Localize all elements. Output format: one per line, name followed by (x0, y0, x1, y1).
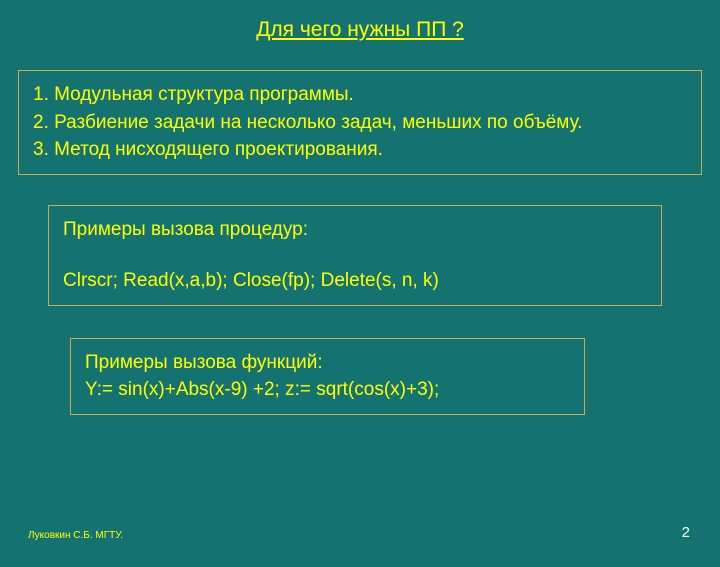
functions-heading: Примеры вызова функций: (85, 349, 570, 377)
purpose-list-box: 1. Модульная структура программы. 2. Раз… (18, 70, 702, 175)
procedures-box: Примеры вызова процедур: Clrscr; Read(x,… (48, 205, 662, 306)
list-item: 1. Модульная структура программы. (33, 81, 687, 109)
functions-code: Y:= sin(x)+Abs(x-9) +2; z:= sqrt(cos(x)+… (85, 376, 570, 404)
slide-title: Для чего нужны ПП ? (0, 0, 720, 70)
footer-author: Луковкин С.Б. МГТУ. (28, 530, 123, 541)
procedures-code: Clrscr; Read(x,a,b); Close(fp); Delete(s… (63, 267, 647, 295)
footer-page-number: 2 (682, 524, 690, 541)
list-item: 3. Метод нисходящего проектирования. (33, 136, 687, 164)
functions-box: Примеры вызова функций: Y:= sin(x)+Abs(x… (70, 338, 585, 415)
procedures-heading: Примеры вызова процедур: (63, 216, 647, 244)
list-item: 2. Разбиение задачи на несколько задач, … (33, 109, 687, 137)
